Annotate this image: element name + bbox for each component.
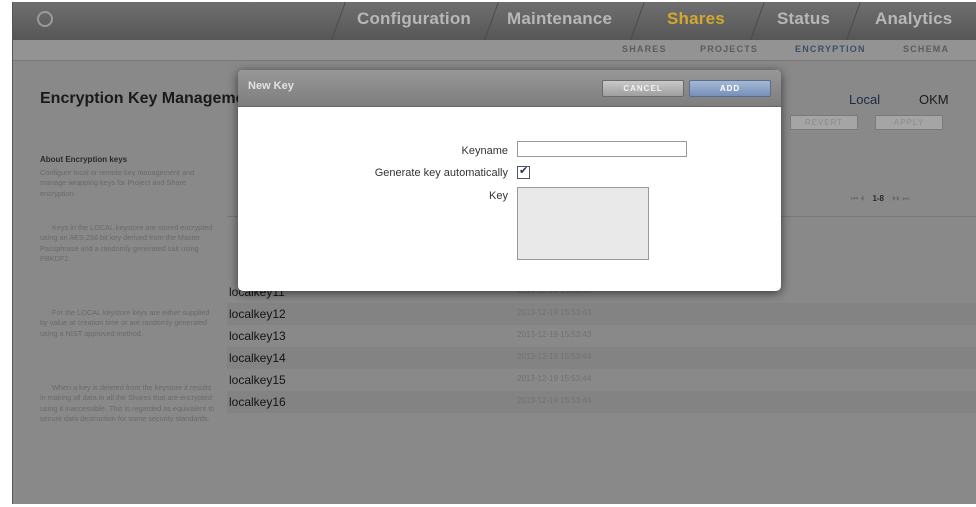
dialog-header: New Key CANCEL ADD [238, 70, 781, 107]
subnav-schema[interactable]: SCHEMA [903, 44, 949, 54]
key-date: 2013-12-19 15:53:44 [517, 396, 592, 405]
key-date: 2013-12-19 15:53:43 [517, 308, 592, 317]
subnav-encryption[interactable]: ENCRYPTION [795, 44, 866, 54]
table-row[interactable]: localkey13 2013-12-19 15:53:43 [227, 325, 976, 347]
key-textarea[interactable] [517, 187, 649, 260]
nav-analytics[interactable]: Analytics [875, 9, 952, 29]
app-window: Configuration Maintenance Shares Status … [12, 2, 976, 504]
nav-separator [846, 2, 861, 40]
sub-navigation: SHARES PROJECTS ENCRYPTION SCHEMA [13, 40, 976, 61]
nav-separator [750, 2, 765, 40]
generate-key-checkbox[interactable] [517, 164, 530, 179]
about-heading: About Encryption keys [40, 155, 128, 164]
key-label: Key [489, 190, 508, 202]
about-paragraph: For the LOCAL keystore keys are either s… [40, 308, 210, 338]
key-date: 2013-12-19 15:53:44 [517, 352, 592, 361]
pager-next-icon[interactable]: ⏵⏵ ⏭ [892, 194, 909, 203]
table-row[interactable]: localkey16 2013-12-19 15:53:44 [227, 391, 976, 413]
pager-range: 1-8 [872, 194, 884, 203]
nav-separator [484, 2, 499, 40]
about-paragraph: Configure local or remote key management… [40, 168, 195, 198]
key-date: 2013-12-19 15:53:43 [517, 330, 592, 339]
keyname-input[interactable] [517, 141, 687, 157]
subnav-shares[interactable]: SHARES [622, 44, 667, 54]
pager-prev-icon[interactable]: ⏮ ⏴ [851, 194, 864, 203]
top-navigation: Configuration Maintenance Shares Status … [13, 2, 976, 40]
key-name: localkey16 [229, 395, 286, 409]
nav-shares[interactable]: Shares [667, 9, 725, 29]
key-date: 2013-12-19 15:53:44 [517, 374, 592, 383]
pager: ⏮ ⏴ 1-8 ⏵⏵ ⏭ [851, 194, 909, 204]
nav-configuration[interactable]: Configuration [357, 9, 471, 29]
key-name: localkey15 [229, 373, 286, 387]
table-row[interactable]: localkey14 2013-12-19 15:53:44 [227, 347, 976, 369]
about-paragraph: When a key is deleted from the keystore … [40, 383, 215, 424]
power-icon[interactable] [37, 11, 53, 27]
tab-local[interactable]: Local [849, 92, 880, 107]
keyname-label: Keyname [461, 145, 508, 157]
key-name: localkey13 [229, 329, 286, 343]
dialog-title: New Key [248, 80, 294, 92]
nav-separator [331, 2, 346, 40]
generate-key-label: Generate key automatically [374, 167, 508, 179]
nav-status[interactable]: Status [777, 9, 830, 29]
about-paragraph: Keys in the LOCAL keystore are stored en… [40, 223, 213, 264]
table-row[interactable]: localkey12 2013-12-19 15:53:43 [227, 303, 976, 325]
nav-separator [630, 2, 645, 40]
key-name: localkey14 [229, 351, 286, 365]
nav-maintenance[interactable]: Maintenance [507, 9, 612, 29]
key-name: localkey12 [229, 307, 286, 321]
apply-button[interactable]: APPLY [875, 115, 943, 130]
tab-okm[interactable]: OKM [919, 92, 949, 107]
subnav-projects[interactable]: PROJECTS [700, 44, 758, 54]
add-button[interactable]: ADD [689, 80, 771, 97]
page-title: Encryption Key Management [40, 90, 260, 107]
new-key-dialog: New Key CANCEL ADD Keyname Generate key … [238, 70, 781, 291]
revert-button[interactable]: REVERT [790, 115, 858, 130]
cancel-button[interactable]: CANCEL [602, 80, 684, 97]
table-row[interactable]: localkey15 2013-12-19 15:53:44 [227, 369, 976, 391]
